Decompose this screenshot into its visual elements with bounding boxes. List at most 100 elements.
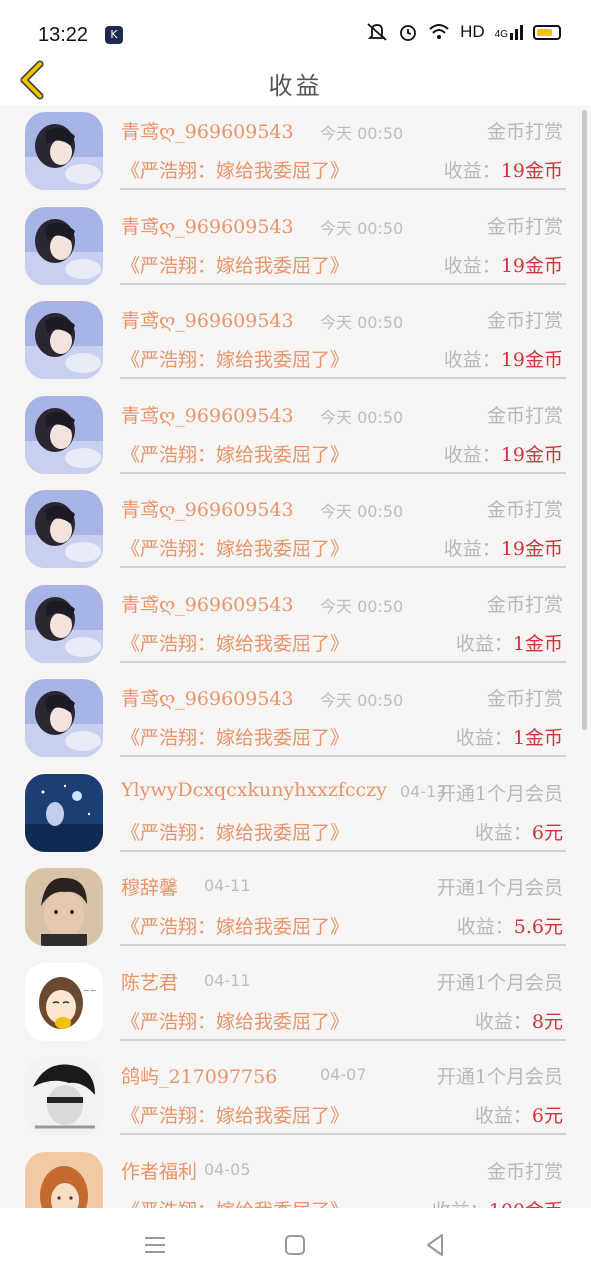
income-record-row[interactable]: 作者福利 04-05 金币打赏《严浩翔：嫁给我委屈了》 收益：100金币 xyxy=(0,1146,591,1209)
row-divider xyxy=(120,1038,566,1041)
avatar[interactable] xyxy=(25,1151,103,1208)
user-name[interactable]: 陈艺君 xyxy=(121,968,178,995)
book-title[interactable]: 《严浩翔：嫁给我委屈了》 xyxy=(121,1007,349,1034)
row-divider xyxy=(120,282,566,285)
status-time: 13:22 xyxy=(38,24,89,46)
avatar[interactable] xyxy=(25,112,103,190)
row-divider xyxy=(120,1133,566,1135)
record-type: 金币打赏 xyxy=(486,499,563,521)
income-amount: 收益：6元 xyxy=(475,1101,563,1128)
user-name[interactable]: 青鸢ღ_969609543 xyxy=(121,684,294,711)
book-title[interactable]: 《严浩翔：嫁给我委屈了》 xyxy=(121,912,349,939)
user-name[interactable]: 青鸢ღ_969609543 xyxy=(121,117,294,144)
book-title[interactable]: 《严浩翔：嫁给我委屈了》 xyxy=(121,251,349,278)
income-amount: 收益：19金币 xyxy=(444,156,563,183)
user-name[interactable]: 青鸢ღ_969609543 xyxy=(121,590,294,617)
income-label: 收益： xyxy=(432,1200,489,1209)
user-name[interactable]: 青鸢ღ_969609543 xyxy=(121,306,294,333)
record-type: 开通1个月会员 xyxy=(436,971,563,994)
avatar[interactable] xyxy=(25,395,103,474)
user-name[interactable]: 作者福利 xyxy=(121,1157,197,1184)
book-title[interactable]: 《严浩翔：嫁给我委屈了》 xyxy=(121,723,349,750)
income-record-row[interactable]: 青鸢ღ_969609543 今天 00:50 金币打赏 《严浩翔：嫁给我委屈了》 收益：… xyxy=(0,390,591,485)
income-value: 8元 xyxy=(531,1010,563,1033)
income-label: 收益： xyxy=(455,727,513,749)
avatar[interactable] xyxy=(25,679,103,757)
record-time: 今天 00:50 xyxy=(320,502,404,521)
book-title[interactable]: 《严浩翔：嫁给我委屈了》 xyxy=(121,440,349,467)
income-record-row[interactable]: 青鸢ღ_969609543 今天 00:50 金币打赏 《严浩翔：嫁给我委屈了》 收益：… xyxy=(0,106,591,201)
income-record-row[interactable]: 青鸢ღ_969609543 今天 00:50 金币打赏《严浩翔：嫁给我委屈了》 收益：… xyxy=(0,201,591,296)
avatar[interactable] xyxy=(25,584,103,663)
avatar[interactable] xyxy=(25,301,103,379)
record-time: 04-05 xyxy=(204,1159,251,1179)
income-value: 19金币 xyxy=(500,538,563,560)
avatar[interactable]: ~~ xyxy=(25,962,103,1041)
menu-icon[interactable] xyxy=(140,1230,170,1260)
income-amount: 收益：1金币 xyxy=(456,723,563,750)
income-label: 收益： xyxy=(443,254,501,277)
record-time: 今天 00:50 xyxy=(320,407,404,427)
income-label: 收益： xyxy=(443,160,501,182)
user-name[interactable]: 青鸢ღ_969609543 xyxy=(121,495,294,522)
record-type: 开通1个月会员 xyxy=(436,1066,563,1088)
avatar[interactable] xyxy=(25,1057,103,1135)
book-title[interactable]: 《严浩翔：嫁给我委屈了》 xyxy=(121,1196,349,1209)
svg-text:~~: ~~ xyxy=(83,986,96,995)
record-time: 今天 00:50 xyxy=(320,596,404,616)
avatar[interactable] xyxy=(25,868,103,946)
income-list[interactable]: 青鸢ღ_969609543 今天 00:50 金币打赏 《严浩翔：嫁给我委屈了》 收益：… xyxy=(0,106,591,1208)
record-time: 04-11 xyxy=(204,970,251,990)
record-time: 04-11 xyxy=(204,876,251,895)
book-title[interactable]: 《严浩翔：嫁给我委屈了》 xyxy=(121,345,349,372)
income-record-row[interactable]: YlywyDcxqcxkunyhxxzfcczy 04-13 开通1个月会员 《严浩翔… xyxy=(0,768,591,863)
user-name[interactable]: 青鸢ღ_969609543 xyxy=(121,401,294,428)
income-amount: 收益：1金币 xyxy=(456,629,563,656)
income-record-row[interactable]: 青鸢ღ_969609543 今天 00:50 金币打赏 《严浩翔：嫁给我委屈了》 收益：… xyxy=(0,295,591,390)
income-record-row[interactable]: 青鸢ღ_969609543 今天 00:50 金币打赏《严浩翔：嫁给我委屈了》 收益：… xyxy=(0,673,591,768)
book-title[interactable]: 《严浩翔：嫁给我委屈了》 xyxy=(121,534,349,561)
income-record-row[interactable]: 青鸢ღ_969609543 今天 00:50 金币打赏 《严浩翔：嫁给我委屈了》 收益：… xyxy=(0,579,591,674)
income-amount: 收益：19金币 xyxy=(444,251,563,278)
income-record-row[interactable]: 穆辞馨 04-11 开通1个月会员 《严浩翔：嫁给我委屈了》 收益：5.6元 xyxy=(0,862,591,957)
income-value: 19金币 xyxy=(500,160,563,182)
income-amount: 收益：5.6元 xyxy=(457,912,563,939)
record-time: 今天 00:50 xyxy=(320,218,404,238)
record-time: 今天 00:50 xyxy=(320,313,404,332)
wifi-icon xyxy=(429,24,449,39)
alarm-icon xyxy=(400,25,416,41)
income-label: 收益： xyxy=(456,916,514,938)
income-record-row[interactable]: 青鸢ღ_969609543 今天 00:50 金币打赏《严浩翔：嫁给我委屈了》 收益：… xyxy=(0,484,591,579)
income-value: 5.6元 xyxy=(513,916,563,938)
user-name[interactable]: 穆辞馨 xyxy=(121,873,178,900)
back-triangle-icon[interactable] xyxy=(420,1230,450,1260)
income-value: 100金币 xyxy=(489,1200,563,1209)
user-name[interactable]: 青鸢ღ_969609543 xyxy=(121,212,294,239)
record-type: 金币打赏 xyxy=(486,215,563,238)
income-value: 6元 xyxy=(531,821,563,844)
book-title[interactable]: 《严浩翔：嫁给我委屈了》 xyxy=(121,818,349,845)
income-record-row[interactable]: 鸽屿_217097756 04-07 开通1个月会员 《严浩翔：嫁给我委屈了》 收益：6… xyxy=(0,1051,591,1146)
income-amount: 收益：100金币 xyxy=(432,1196,563,1209)
income-value: 1金币 xyxy=(512,727,563,749)
avatar[interactable] xyxy=(25,773,103,852)
status-icons: HD 4G xyxy=(366,22,561,42)
user-name[interactable]: 鸽屿_217097756 xyxy=(121,1062,277,1089)
avatar[interactable] xyxy=(25,490,103,568)
row-divider xyxy=(120,944,566,946)
income-record-row[interactable]: ~~ 陈艺君 04-11 开通1个月会员 《严浩翔：嫁给我委屈了》 收益：8元 xyxy=(0,957,591,1052)
header: 收益 xyxy=(0,52,591,106)
row-divider xyxy=(120,849,566,852)
book-title[interactable]: 《严浩翔：嫁给我委屈了》 xyxy=(121,156,349,183)
avatar[interactable] xyxy=(25,206,103,285)
user-name[interactable]: YlywyDcxqcxkunyhxxzfcczy xyxy=(121,779,387,801)
income-amount: 收益：19金币 xyxy=(444,440,563,467)
book-title[interactable]: 《严浩翔：嫁给我委屈了》 xyxy=(121,629,349,656)
mute-bell-icon xyxy=(367,23,387,41)
record-time: 今天 00:50 xyxy=(320,691,404,710)
record-type: 金币打赏 xyxy=(486,688,563,710)
page-title: 收益 xyxy=(268,72,323,100)
home-square-icon[interactable] xyxy=(280,1230,310,1260)
book-title[interactable]: 《严浩翔：嫁给我委屈了》 xyxy=(121,1101,349,1128)
income-amount: 收益：19金币 xyxy=(444,534,563,561)
